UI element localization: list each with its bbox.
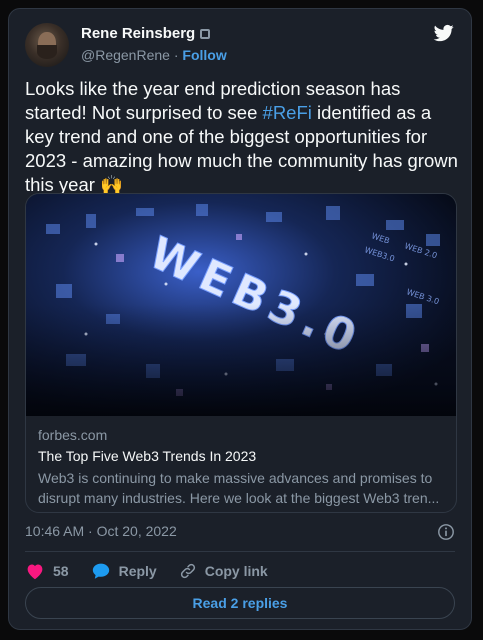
author-handle-row: @RegenRene · Follow [81, 47, 227, 63]
tweet-actions: 58 Reply Copy link [25, 559, 290, 583]
reply-bubble-icon [92, 563, 109, 579]
follow-button[interactable]: Follow [182, 47, 226, 63]
author-name[interactable]: Rene Reinsberg [81, 25, 195, 42]
tweet-timestamp[interactable]: 10:46 AM · Oct 20, 2022 [25, 523, 177, 539]
like-count: 58 [53, 563, 69, 579]
like-button[interactable]: 58 [25, 562, 69, 580]
verified-badge-icon [200, 28, 211, 39]
avatar[interactable] [25, 23, 69, 67]
copy-link-label: Copy link [204, 563, 268, 579]
link-description: Web3 is continuing to make massive advan… [38, 470, 440, 506]
link-preview-meta: forbes.com The Top Five Web3 Trends In 2… [38, 426, 444, 508]
tweet-header: Rene Reinsberg @RegenRene · Follow [25, 23, 455, 71]
link-title[interactable]: The Top Five Web3 Trends In 2023 [38, 446, 444, 466]
tweet-text: Looks like the year end prediction seaso… [25, 77, 461, 197]
read-replies-button[interactable]: Read 2 replies [25, 587, 455, 619]
tweet-card: Rene Reinsberg @RegenRene · Follow Looks… [8, 8, 472, 630]
heart-icon [27, 564, 43, 580]
divider [25, 551, 455, 552]
reply-label: Reply [118, 563, 157, 579]
author-name-row: Rene Reinsberg [81, 25, 211, 42]
reply-button[interactable]: Reply [91, 562, 157, 580]
link-icon [180, 563, 195, 579]
link-domain: forbes.com [38, 427, 108, 443]
hashtag-link[interactable]: #ReFi [263, 102, 312, 123]
read-replies-label: Read 2 replies [192, 595, 288, 611]
link-preview-card[interactable]: WEB3.0 WEB 2.0 WEB 3.0 WEB WEB3.0 forbes… [25, 193, 457, 513]
link-preview-image[interactable]: WEB3.0 WEB 2.0 WEB 3.0 WEB WEB3.0 [26, 194, 457, 416]
handle-separator: · [173, 47, 179, 63]
author-handle[interactable]: @RegenRene [81, 47, 170, 63]
info-icon[interactable] [437, 523, 455, 541]
timestamp-row: 10:46 AM · Oct 20, 2022 [25, 523, 455, 543]
twitter-bird-icon[interactable] [433, 23, 455, 43]
copy-link-button[interactable]: Copy link [179, 562, 268, 580]
